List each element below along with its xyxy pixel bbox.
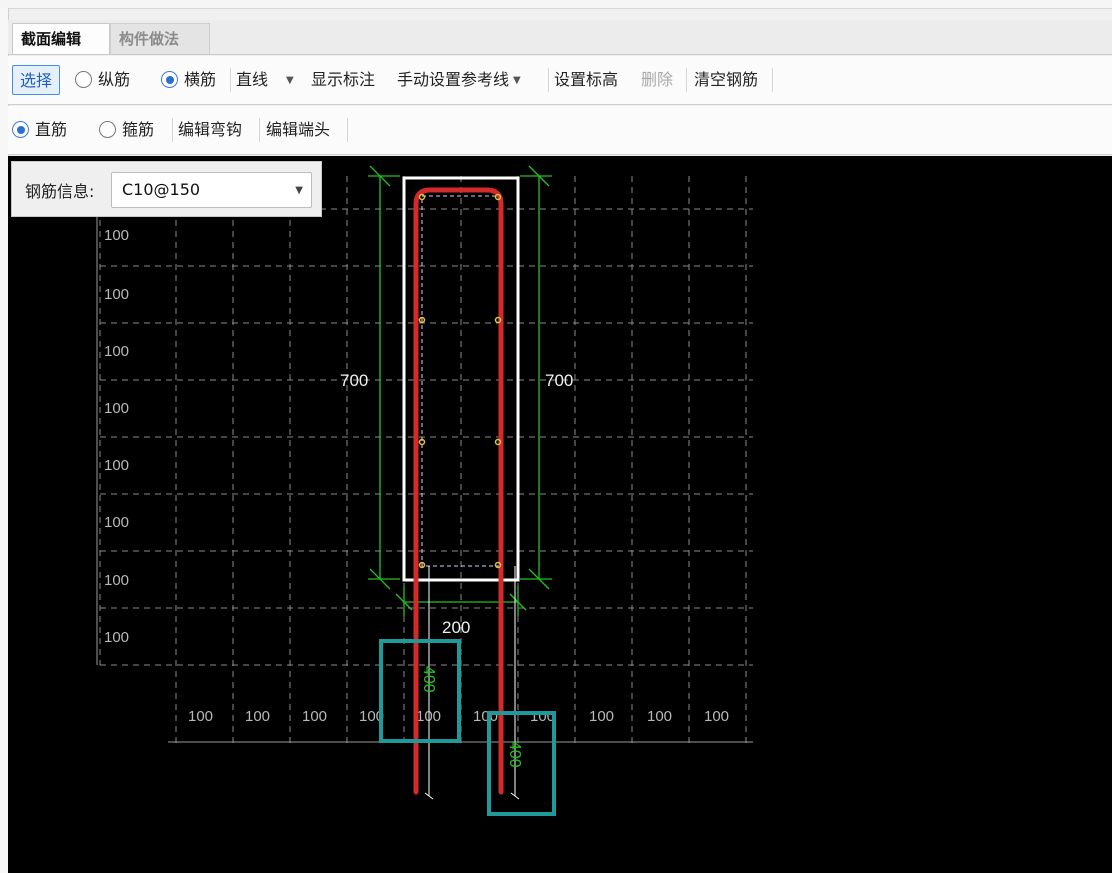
radio-on-icon bbox=[12, 121, 29, 138]
edit-hook-button[interactable]: 编辑弯钩 bbox=[178, 115, 242, 145]
toolbar-divider bbox=[347, 118, 348, 142]
radio-transverse[interactable]: 横筋 bbox=[161, 65, 216, 95]
chevron-down-icon: ▼ bbox=[295, 185, 303, 196]
radio-transverse-label: 横筋 bbox=[184, 70, 217, 89]
grid-label-bottom: 100 bbox=[704, 708, 729, 725]
toolbar-divider bbox=[230, 68, 231, 92]
radio-longitudinal[interactable]: 纵筋 bbox=[75, 65, 130, 95]
radio-straight-label: 直筋 bbox=[35, 120, 68, 139]
grid-label-left: 100 bbox=[104, 572, 129, 589]
toolbar-divider bbox=[259, 118, 260, 142]
radio-longitudinal-label: 纵筋 bbox=[98, 70, 131, 89]
leg-right-label: 400 bbox=[506, 741, 523, 768]
tab-section-edit[interactable]: 截面编辑 bbox=[12, 23, 110, 54]
leg-leader-lines bbox=[424, 566, 520, 800]
toolbar-divider bbox=[686, 68, 687, 92]
toolbar-primary: 选择 纵筋 横筋 直线 ▼ 显示标注 手动设置参考线 ▼ 设置标高 删除 清空钢筋 bbox=[8, 56, 1112, 105]
grid-dimension-lines bbox=[96, 209, 753, 743]
grid-label-bottom: 100 bbox=[188, 708, 213, 725]
leg-left-label: 400 bbox=[420, 666, 437, 693]
grid-label-left: 100 bbox=[104, 286, 129, 303]
dimension-right-label: 700 bbox=[545, 371, 573, 390]
radio-stirrup-label: 箍筋 bbox=[122, 120, 155, 139]
rebar-points bbox=[418, 193, 502, 569]
radio-on-icon bbox=[161, 71, 178, 88]
chevron-down-icon: ▼ bbox=[286, 75, 294, 86]
chevron-down-icon: ▼ bbox=[513, 75, 521, 86]
grid-label-left: 100 bbox=[104, 457, 129, 474]
clear-rebar-button[interactable]: 清空钢筋 bbox=[694, 65, 758, 95]
grid-label-bottom: 100 bbox=[647, 708, 672, 725]
toolbar-secondary: 直筋 箍筋 编辑弯钩 编辑端头 bbox=[8, 106, 1112, 155]
grid-label-left: 100 bbox=[104, 343, 129, 360]
manual-ref-line-label: 手动设置参考线 bbox=[397, 70, 510, 89]
select-button[interactable]: 选择 bbox=[12, 65, 61, 95]
grid-label-bottom: 100 bbox=[473, 708, 498, 725]
radio-straight[interactable]: 直筋 bbox=[12, 115, 67, 145]
line-mode-value: 直线 bbox=[236, 70, 269, 89]
manual-ref-line-dropdown[interactable]: 手动设置参考线 ▼ bbox=[397, 65, 521, 95]
delete-button[interactable]: 删除 bbox=[641, 65, 673, 95]
rebar-info-value: C10@150 bbox=[122, 180, 201, 199]
line-mode-dropdown[interactable]: 直线 ▼ bbox=[236, 65, 294, 95]
grid-lines bbox=[99, 176, 753, 746]
toolbar-divider bbox=[548, 68, 549, 92]
rebar-info-panel: 钢筋信息: C10@150 ▼ bbox=[11, 161, 322, 217]
grid-label-left: 100 bbox=[104, 514, 129, 531]
grid-label-bottom: 100 bbox=[589, 708, 614, 725]
drawing-canvas[interactable]: 100 100 100 100 100 100 100 100 100 100 … bbox=[8, 156, 1112, 873]
window-top-strip bbox=[0, 0, 1112, 9]
grid-label-left: 100 bbox=[104, 629, 129, 646]
toolbar-divider bbox=[172, 118, 173, 142]
tab-component-method[interactable]: 构件做法 bbox=[110, 23, 210, 54]
rebar-info-label: 钢筋信息: bbox=[25, 182, 95, 201]
edit-end-button[interactable]: 编辑端头 bbox=[266, 115, 330, 145]
dimension-left-label: 700 bbox=[340, 371, 368, 390]
radio-stirrup[interactable]: 箍筋 bbox=[99, 115, 154, 145]
tab-bar: 截面编辑 构件做法 bbox=[8, 20, 1112, 55]
radio-off-icon bbox=[75, 71, 92, 88]
dimension-bottom-label: 200 bbox=[442, 618, 470, 637]
radio-off-icon bbox=[99, 121, 116, 138]
dimension-lines bbox=[368, 165, 552, 616]
grid-label-left: 100 bbox=[104, 227, 129, 244]
grid-label-bottom: 100 bbox=[530, 708, 555, 725]
show-annotation-button[interactable]: 显示标注 bbox=[311, 65, 375, 95]
rebar-info-dropdown[interactable]: C10@150 ▼ bbox=[111, 172, 312, 208]
grid-label-bottom: 100 bbox=[302, 708, 327, 725]
grid-label-bottom: 100 bbox=[245, 708, 270, 725]
grid-label-left: 100 bbox=[104, 400, 129, 417]
highlight-box-left bbox=[379, 639, 461, 743]
set-elevation-button[interactable]: 设置标高 bbox=[554, 65, 618, 95]
toolbar-divider bbox=[772, 68, 773, 92]
